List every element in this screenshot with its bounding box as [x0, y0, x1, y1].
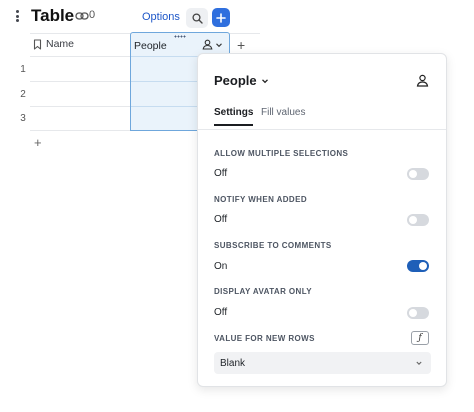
- row-number: 3: [20, 113, 26, 124]
- popover-title-label: People: [214, 73, 257, 88]
- new-rows-value-select[interactable]: Blank: [214, 352, 431, 374]
- column-header-label: People: [134, 40, 167, 52]
- setting-label: ALLOW MULTIPLE SELECTIONS: [214, 149, 349, 158]
- allow-multiple-selections-toggle[interactable]: [407, 168, 429, 180]
- setting-value: Off: [214, 168, 228, 179]
- column-header-menu[interactable]: [202, 39, 223, 50]
- setting-label: NOTIFY WHEN ADDED: [214, 195, 308, 204]
- page-title: Table: [31, 6, 75, 25]
- subscribe-to-comments-toggle[interactable]: [407, 260, 429, 272]
- select-value: Blank: [220, 357, 246, 369]
- chevron-down-icon: [261, 78, 268, 83]
- link-count: 0: [89, 9, 96, 21]
- add-row-button[interactable]: +: [34, 135, 42, 150]
- chevron-down-icon: [416, 361, 422, 365]
- column-settings-popover: People Settings Fill values ALLOW MULTIP…: [197, 53, 447, 387]
- column-drag-handle[interactable]: [174, 35, 186, 38]
- setting-label: DISPLAY AVATAR ONLY: [214, 287, 312, 296]
- plus-icon: [216, 12, 226, 23]
- tab-settings[interactable]: Settings: [214, 107, 254, 126]
- tab-fill-values[interactable]: Fill values: [261, 107, 305, 118]
- kebab-menu-icon[interactable]: [12, 8, 22, 24]
- search-button[interactable]: [186, 8, 208, 28]
- formula-icon[interactable]: ƒ: [411, 331, 429, 345]
- row-number: 2: [20, 89, 26, 100]
- search-icon: [191, 12, 203, 24]
- tab-divider: [198, 129, 446, 130]
- setting-label: VALUE FOR NEW ROWS: [214, 334, 315, 343]
- setting-value: On: [214, 261, 228, 272]
- popover-title[interactable]: People: [214, 73, 269, 88]
- person-icon[interactable]: [416, 74, 429, 87]
- setting-value: Off: [214, 214, 228, 225]
- options-button[interactable]: Options: [142, 11, 180, 23]
- add-column-button[interactable]: +: [237, 37, 245, 53]
- display-avatar-only-toggle[interactable]: [407, 307, 429, 319]
- column-header-name[interactable]: Name: [33, 38, 74, 50]
- add-button[interactable]: [212, 8, 230, 27]
- row-number: 1: [20, 64, 26, 75]
- bookmark-icon: [33, 38, 42, 50]
- chevron-down-icon: [216, 42, 222, 47]
- setting-label: SUBSCRIBE TO COMMENTS: [214, 241, 332, 250]
- setting-value: Off: [214, 307, 228, 318]
- notify-when-added-toggle[interactable]: [407, 214, 429, 226]
- link-icon[interactable]: [75, 10, 89, 22]
- person-icon: [202, 39, 213, 50]
- column-header-label: Name: [46, 38, 75, 50]
